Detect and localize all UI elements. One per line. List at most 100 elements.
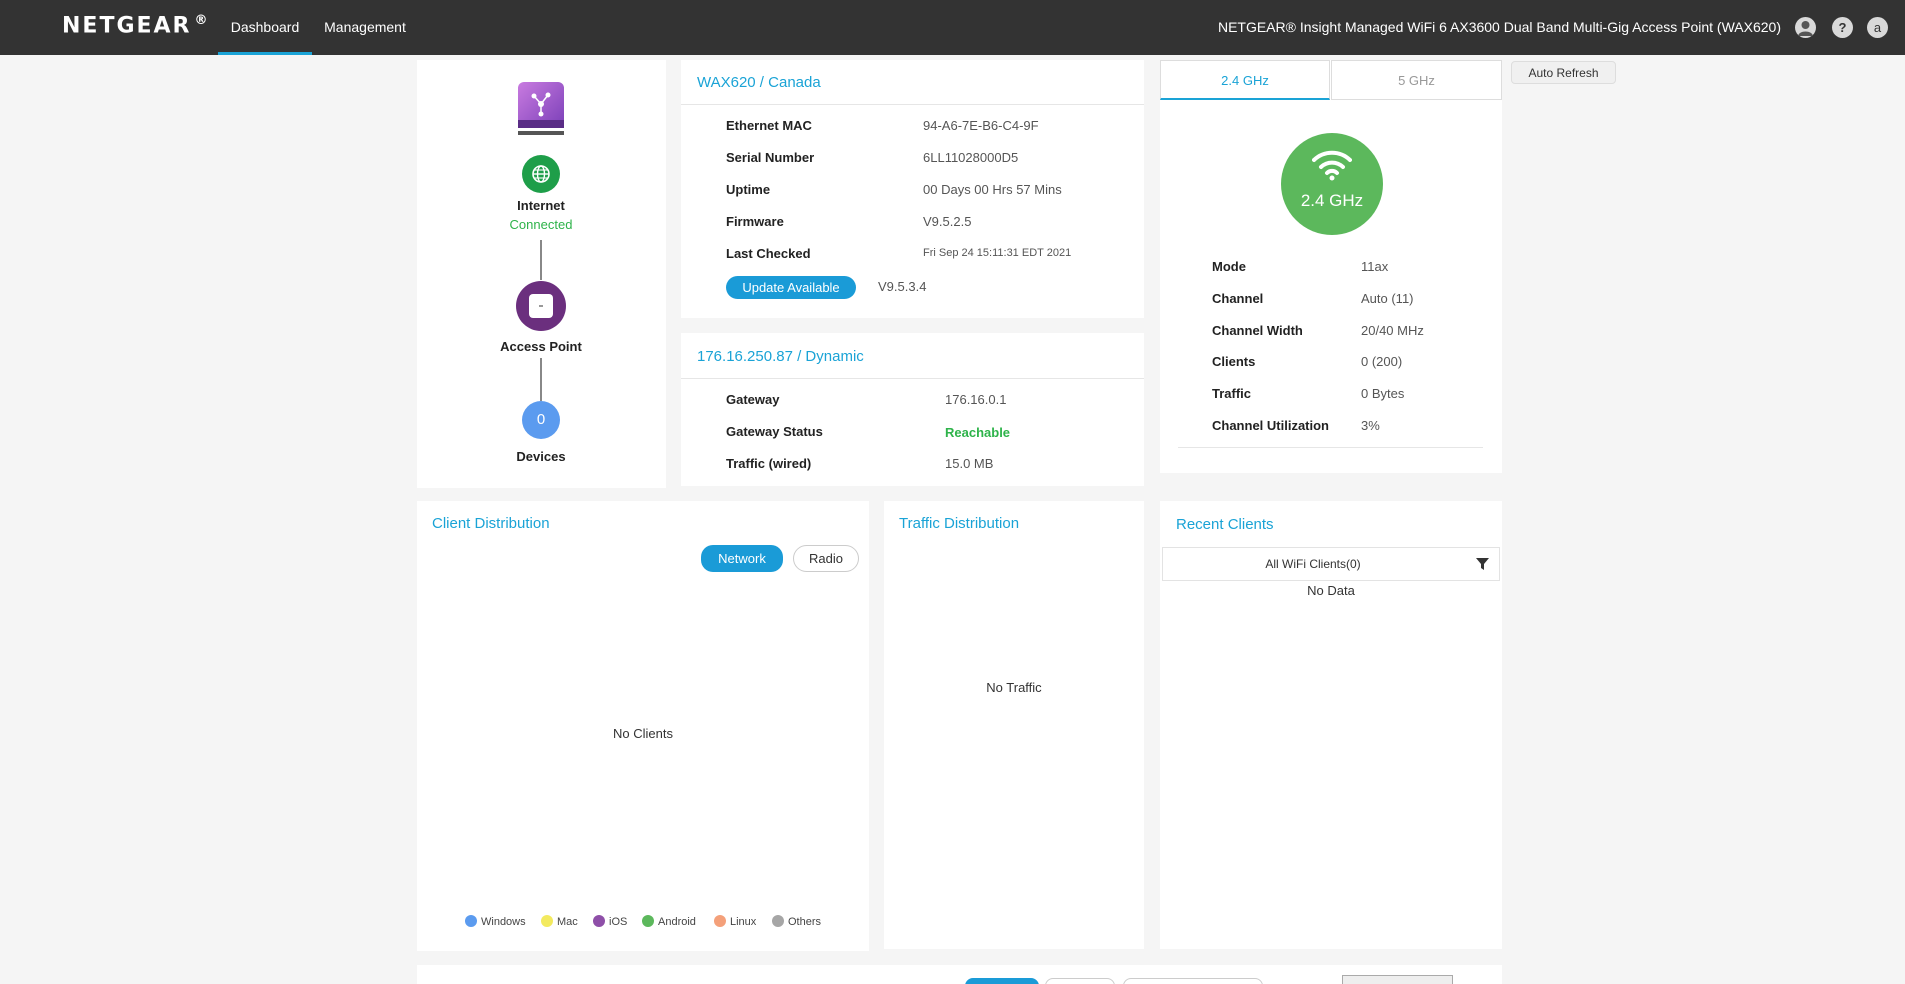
radio-status-badge: 2.4 GHz [1281, 133, 1383, 235]
legend-mac[interactable]: Mac [541, 915, 578, 928]
devices-count-badge[interactable]: 0 [522, 401, 560, 439]
globe-icon [522, 155, 560, 193]
clients-label: Clients [1212, 354, 1256, 369]
no-traffic-message: No Traffic [986, 680, 1042, 695]
bottom-action-button[interactable] [1342, 975, 1453, 984]
legend-dot [593, 915, 605, 927]
bottom-tab-button[interactable] [965, 978, 1039, 984]
legend-label: Others [788, 916, 822, 928]
mode-label: Mode [1212, 259, 1246, 274]
legend-linux[interactable]: Linux [714, 915, 756, 928]
mode-value: 11ax [1361, 259, 1389, 274]
radio-toggle-button[interactable]: Radio [793, 545, 859, 572]
traffic-wired-label: Traffic (wired) [726, 456, 812, 471]
wifi-icon [1312, 150, 1352, 181]
network-toggle-button[interactable]: Network [701, 545, 783, 572]
traffic-label: Traffic [1212, 386, 1252, 401]
netgear-app-icon [518, 82, 564, 136]
client-distribution-title: Client Distribution [432, 515, 550, 532]
tab-dashboard[interactable]: Dashboard [218, 0, 312, 55]
channel-utilization-label: Channel Utilization [1212, 418, 1329, 433]
no-data-message: No Data [1307, 583, 1355, 598]
firmware-label: Firmware [726, 214, 784, 229]
recent-clients-card: Recent Clients All WiFi Clients(0) No Da… [1160, 501, 1502, 949]
tab-management[interactable]: Management [318, 0, 412, 55]
ip-info-title[interactable]: 176.16.250.87 / Dynamic [697, 348, 864, 365]
update-available-button[interactable]: Update Available [726, 276, 856, 299]
channel-width-label: Channel Width [1212, 323, 1303, 338]
tab-2-4ghz[interactable]: 2.4 GHz [1160, 60, 1330, 100]
netgear-logo[interactable]: NETGEAR ® [62, 13, 208, 38]
account-icon[interactable]: a [1867, 17, 1888, 38]
uptime-value: 00 Days 00 Hrs 57 Mins [923, 182, 1062, 197]
legend-label: iOS [609, 916, 628, 928]
access-point-icon [516, 281, 566, 331]
device-title: NETGEAR® Insight Managed WiFi 6 AX3600 D… [1217, 19, 1781, 35]
legend-label: Mac [557, 916, 578, 928]
internet-status: Connected [509, 217, 573, 232]
divider [681, 378, 1144, 379]
devices-node: Devices [471, 449, 611, 464]
ip-info-card: 176.16.250.87 / Dynamic Gateway 176.16.0… [681, 333, 1144, 486]
divider [681, 104, 1144, 105]
divider [1178, 447, 1483, 448]
device-info-card: WAX620 / Canada Ethernet MAC 94-A6-7E-B6… [681, 60, 1144, 318]
access-point-label: Access Point [500, 339, 582, 354]
serial-number-value: 6LL11028000D5 [923, 150, 1019, 165]
legend-others[interactable]: Others [772, 915, 821, 928]
devices-label: Devices [516, 449, 566, 464]
uptime-label: Uptime [726, 182, 771, 197]
bottom-tab-button[interactable] [1123, 978, 1263, 984]
channel-utilization-value: 3% [1361, 418, 1380, 433]
internet-node: Internet Connected [471, 198, 611, 232]
tab-5ghz[interactable]: 5 GHz [1331, 60, 1502, 100]
bottom-tab-button[interactable] [1045, 978, 1115, 984]
traffic-wired-value: 15.0 MB [945, 456, 994, 471]
firmware-value: V9.5.2.5 [923, 214, 972, 229]
ethernet-mac-label: Ethernet MAC [726, 118, 812, 133]
auto-refresh-button[interactable]: Auto Refresh [1511, 61, 1616, 84]
bottom-card [417, 965, 1502, 984]
internet-label: Internet [517, 198, 565, 213]
client-filter-label: All WiFi Clients(0) [1265, 557, 1361, 571]
top-navigation-bar: NETGEAR ® Dashboard Management NETGEAR® I… [0, 0, 1905, 55]
traffic-distribution-title: Traffic Distribution [899, 515, 1020, 532]
channel-width-value: 20/40 MHz [1361, 323, 1424, 338]
traffic-value: 0 Bytes [1361, 386, 1405, 401]
client-distribution-card: Client Distribution Network Radio No Cli… [417, 501, 869, 951]
clients-value: 0 (200) [1361, 354, 1403, 369]
legend-label: Linux [730, 916, 757, 928]
topology-connector [540, 240, 542, 280]
legend-dot [465, 915, 477, 927]
legend-dot [714, 915, 726, 927]
radio-badge-label: 2.4 GHz [1300, 191, 1364, 210]
gateway-label: Gateway [726, 392, 780, 407]
user-icon[interactable] [1795, 17, 1816, 38]
topology-connector [540, 358, 542, 401]
channel-label: Channel [1212, 291, 1264, 306]
legend-dot [541, 915, 553, 927]
channel-value: Auto (11) [1361, 291, 1414, 306]
device-info-title[interactable]: WAX620 / Canada [697, 74, 821, 91]
radio-card: 2.4 GHz 5 GHz 2.4 GHz Mode 11ax Channel … [1160, 60, 1502, 473]
legend-android[interactable]: Android [642, 915, 696, 928]
traffic-distribution-card: Traffic Distribution No Traffic [884, 501, 1144, 949]
recent-clients-title: Recent Clients [1176, 516, 1274, 533]
legend-label: Android [658, 916, 696, 928]
legend-windows[interactable]: Windows [465, 915, 526, 928]
gateway-status-value: Reachable [945, 425, 1011, 440]
gateway-status-label: Gateway Status [726, 424, 823, 439]
no-clients-message: No Clients [613, 726, 673, 741]
serial-number-label: Serial Number [726, 150, 815, 165]
last-checked-value: Fri Sep 24 15:11:31 EDT 2021 [923, 247, 1072, 259]
last-checked-label: Last Checked [726, 246, 811, 261]
ethernet-mac-value: 94-A6-7E-B6-C4-9F [923, 118, 1039, 133]
filter-icon[interactable] [1476, 558, 1489, 570]
help-icon[interactable]: ? [1832, 17, 1853, 38]
update-version: V9.5.3.4 [878, 279, 927, 294]
gateway-value: 176.16.0.1 [945, 392, 1007, 407]
access-point-node: Access Point [471, 339, 611, 354]
client-filter-bar[interactable]: All WiFi Clients(0) [1162, 547, 1500, 581]
legend-dot [772, 915, 784, 927]
legend-ios[interactable]: iOS [593, 915, 627, 928]
